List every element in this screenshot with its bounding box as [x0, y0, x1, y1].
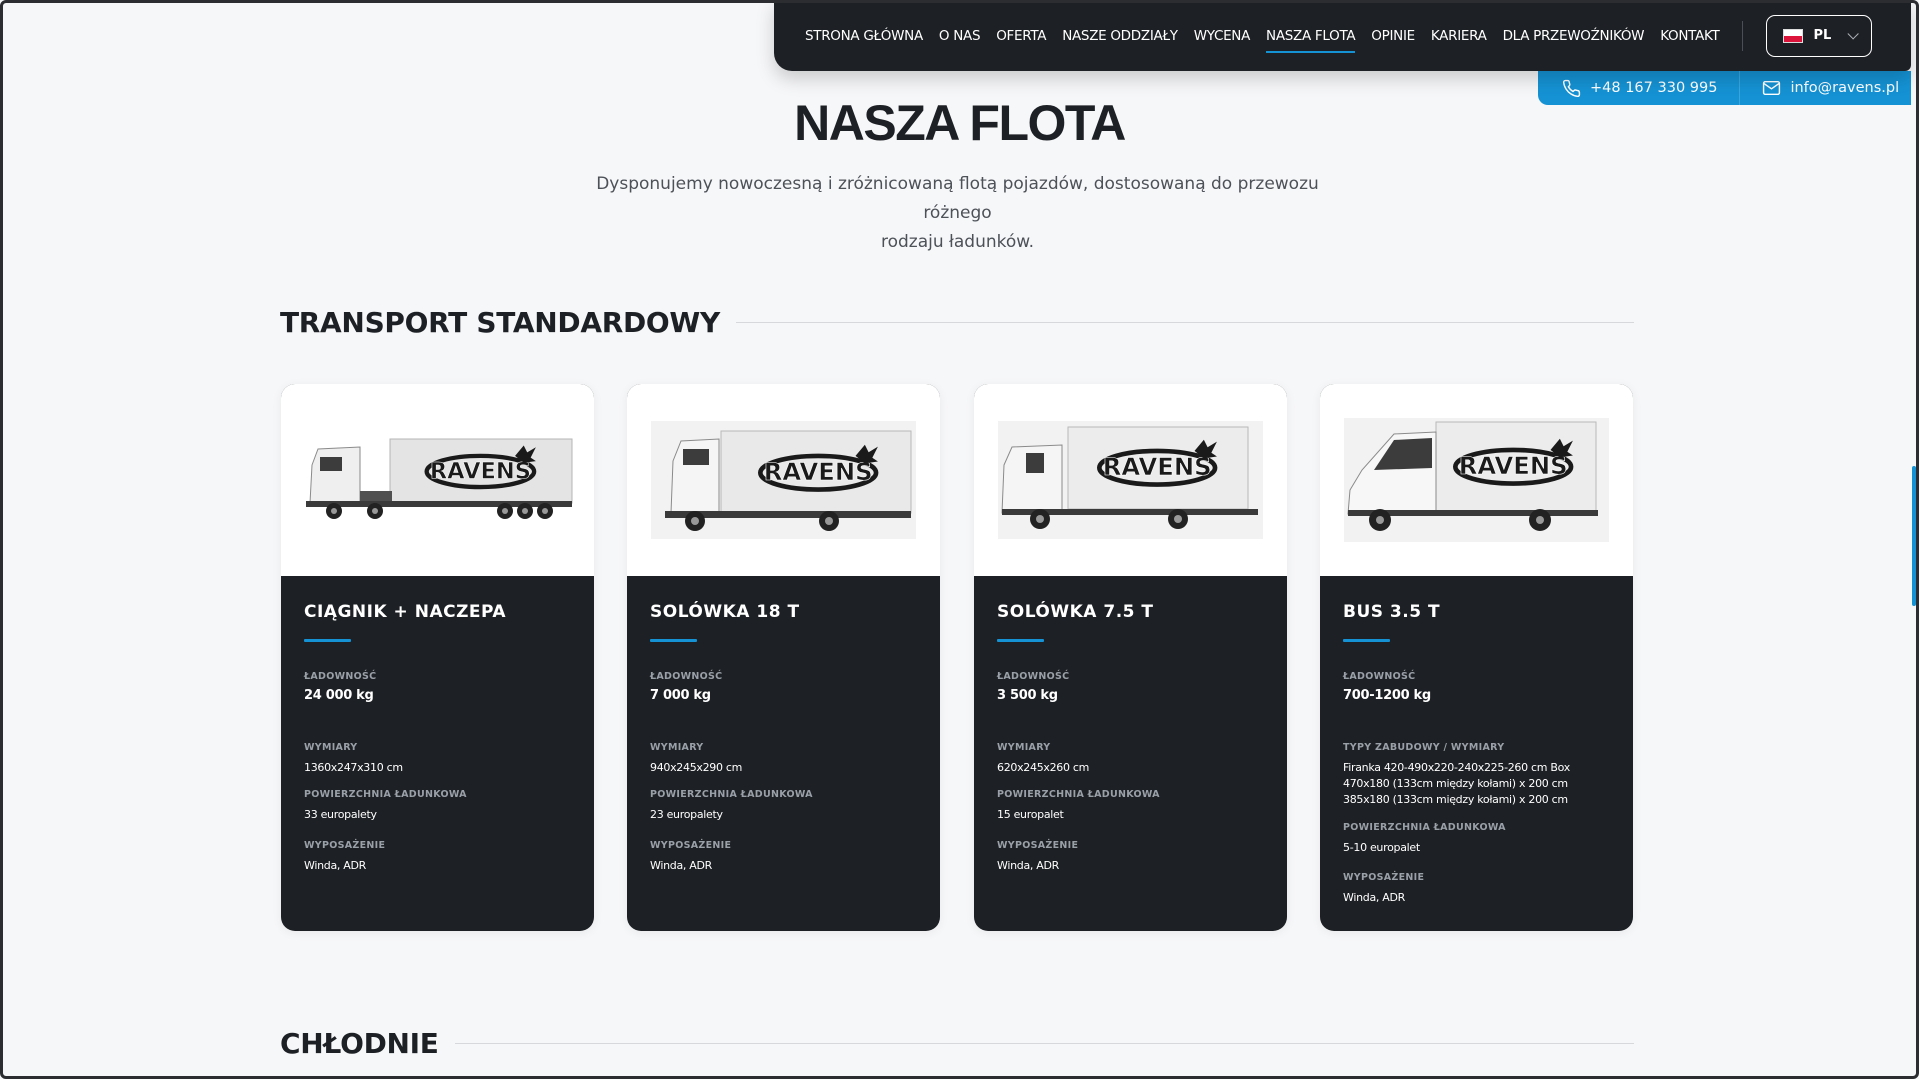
language-selector[interactable]: PL: [1766, 14, 1873, 57]
capacity-value: 3 500 kg: [997, 688, 1058, 703]
capacity-label: ŁADOWNOŚĆ: [997, 671, 1070, 682]
section-divider: [454, 1043, 1634, 1044]
vehicle-image: [281, 384, 594, 576]
cargo-area-label: POWIERZCHNIA ŁADUNKOWA: [650, 789, 813, 800]
accent-bar: [304, 639, 351, 642]
vehicle-image: [627, 384, 940, 576]
dimensions-value: 940x245x290 cm: [650, 761, 743, 774]
nav-item-reviews[interactable]: OPINIE: [1371, 28, 1415, 44]
card-title: BUS 3.5 T: [1343, 602, 1441, 622]
intro-text: Dysponujemy nowoczesną i zróżnicowaną fl…: [560, 170, 1355, 257]
equipment-value: Winda, ADR: [997, 859, 1060, 872]
equipment-label: WYPOSAŻENIE: [304, 840, 386, 851]
nav-item-home[interactable]: STRONA GŁÓWNA: [805, 28, 923, 44]
vehicle-image: [974, 384, 1287, 576]
section-heading-cold: CHŁODNIE: [280, 1027, 1634, 1060]
cargo-area-value: 5-10 europalet: [1343, 841, 1420, 854]
capacity-label: ŁADOWNOŚĆ: [1343, 671, 1416, 682]
capacity-label: ŁADOWNOŚĆ: [650, 671, 723, 682]
fleet-card[interactable]: CIĄGNIK + NACZEPA ŁADOWNOŚĆ 24 000 kg WY…: [281, 384, 594, 931]
capacity-value: 700-1200 kg: [1343, 688, 1431, 703]
nav-item-fleet[interactable]: NASZA FLOTA: [1266, 28, 1356, 53]
card-title: SOLÓWKA 18 T: [650, 602, 800, 622]
contact-separator: [1739, 71, 1741, 105]
capacity-label: ŁADOWNOŚĆ: [304, 671, 377, 682]
cargo-area-label: POWIERZCHNIA ŁADUNKOWA: [1343, 822, 1506, 833]
body-types-label: TYPY ZABUDOWY / WYMIARY: [1343, 742, 1505, 753]
equipment-value: Winda, ADR: [304, 859, 367, 872]
equipment-label: WYPOSAŻENIE: [1343, 872, 1425, 883]
cargo-area-value: 23 europalety: [650, 808, 723, 821]
equipment-label: WYPOSAŻENIE: [997, 840, 1079, 851]
chevron-down-icon: [1847, 27, 1860, 40]
capacity-value: 7 000 kg: [650, 688, 711, 703]
dimensions-label: WYMIARY: [304, 742, 358, 753]
body-types-value: Firanka 420-490x220-240x225-260 cm Box 4…: [1343, 760, 1615, 808]
cargo-area-value: 33 europalety: [304, 808, 377, 821]
main-navigation: STRONA GŁÓWNA O NAS OFERTA NASZE ODDZIAŁ…: [774, 0, 1911, 71]
dimensions-label: WYMIARY: [997, 742, 1051, 753]
accent-bar: [1343, 639, 1390, 642]
body-type-line: Firanka 420-490x220-240x225-260 cm Box: [1343, 761, 1570, 774]
intro-line-2: rodzaju ładunków.: [880, 232, 1035, 252]
cargo-area-value: 15 europalet: [997, 808, 1064, 821]
email-address: info@ravens.pl: [1790, 80, 1900, 96]
card-title: SOLÓWKA 7.5 T: [997, 602, 1154, 622]
nav-item-about[interactable]: O NAS: [939, 28, 981, 44]
accent-bar: [997, 639, 1044, 642]
equipment-label: WYPOSAŻENIE: [650, 840, 732, 851]
nav-divider: [1742, 20, 1744, 51]
section-divider: [735, 322, 1634, 323]
body-type-line: 385x180 (133cm między kołami) x 200 cm: [1343, 793, 1568, 806]
accent-bar: [650, 639, 697, 642]
mail-icon: [1763, 80, 1781, 96]
email-link[interactable]: info@ravens.pl: [1762, 80, 1899, 96]
nav-item-contact[interactable]: KONTAKT: [1660, 28, 1720, 44]
vehicle-image: [1320, 384, 1633, 576]
nav-item-offer[interactable]: OFERTA: [996, 28, 1046, 44]
language-label: PL: [1813, 28, 1832, 43]
fleet-card[interactable]: SOLÓWKA 18 T ŁADOWNOŚĆ 7 000 kg WYMIARY …: [627, 384, 940, 931]
phone-link[interactable]: +48 167 330 995: [1562, 79, 1717, 98]
equipment-value: Winda, ADR: [650, 859, 713, 872]
nav-item-career[interactable]: KARIERA: [1431, 28, 1487, 44]
section-heading-standard: TRANSPORT STANDARDOWY: [280, 306, 1634, 339]
equipment-value: Winda, ADR: [1343, 891, 1406, 904]
phone-icon: [1562, 79, 1581, 97]
nav-item-branches[interactable]: NASZE ODDZIAŁY: [1062, 28, 1178, 44]
dimensions-value: 1360x247x310 cm: [304, 761, 403, 774]
card-title: CIĄGNIK + NACZEPA: [304, 602, 507, 622]
contact-bar: +48 167 330 995 info@ravens.pl: [1538, 71, 1911, 105]
poland-flag-icon: [1783, 28, 1804, 43]
cargo-area-label: POWIERZCHNIA ŁADUNKOWA: [304, 789, 467, 800]
body-type-line: 470x180 (133cm między kołami) x 200 cm: [1343, 777, 1568, 790]
section-title-cold: CHŁODNIE: [280, 1027, 439, 1060]
intro-line-1: Dysponujemy nowoczesną i zróżnicowaną fl…: [596, 174, 1319, 223]
dimensions-value: 620x245x260 cm: [997, 761, 1090, 774]
phone-number: +48 167 330 995: [1590, 80, 1718, 96]
capacity-value: 24 000 kg: [304, 688, 374, 703]
nav-item-quote[interactable]: WYCENA: [1194, 28, 1251, 44]
nav-item-carriers[interactable]: DLA PRZEWOŹNIKÓW: [1503, 28, 1645, 44]
section-title-standard: TRANSPORT STANDARDOWY: [280, 306, 720, 339]
cargo-area-label: POWIERZCHNIA ŁADUNKOWA: [997, 789, 1160, 800]
dimensions-label: WYMIARY: [650, 742, 704, 753]
fleet-card[interactable]: BUS 3.5 T ŁADOWNOŚĆ 700-1200 kg TYPY ZAB…: [1320, 384, 1633, 931]
fleet-card[interactable]: SOLÓWKA 7.5 T ŁADOWNOŚĆ 3 500 kg WYMIARY…: [974, 384, 1287, 931]
scrollbar-thumb[interactable]: [1912, 466, 1916, 606]
